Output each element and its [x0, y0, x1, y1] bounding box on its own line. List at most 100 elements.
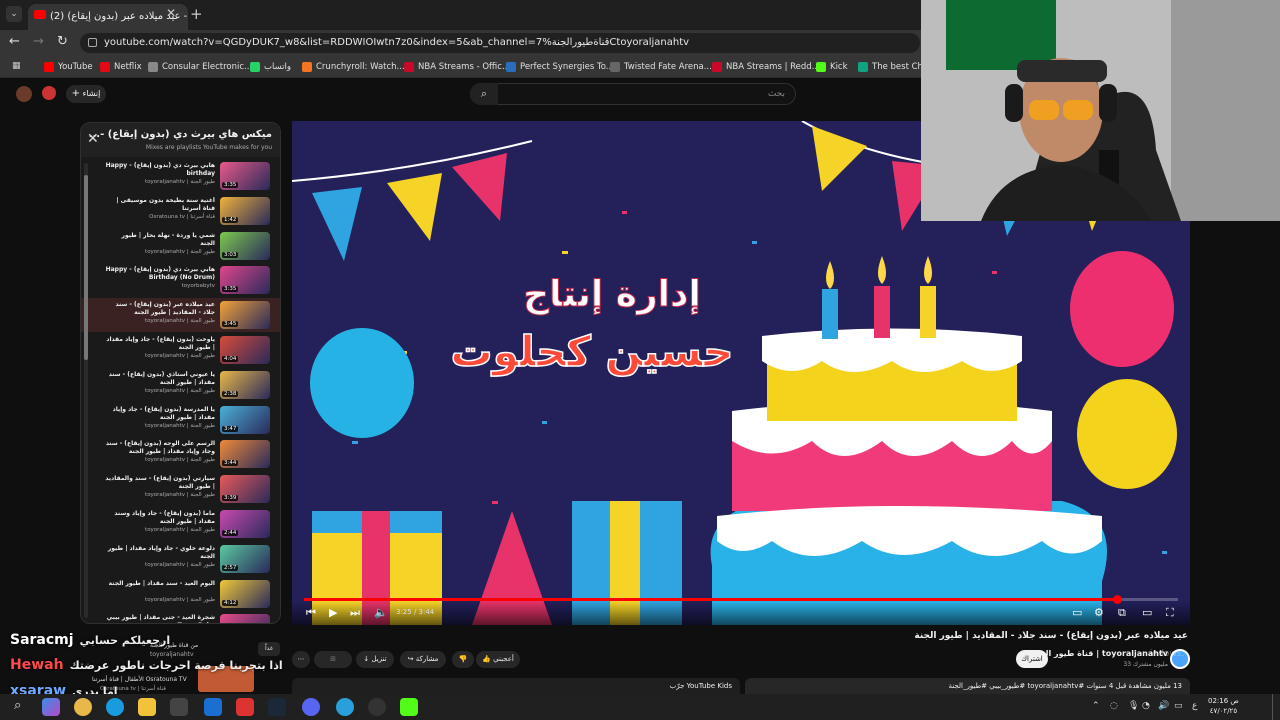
upnext-badge[interactable]: غداً: [258, 642, 280, 656]
close-icon[interactable]: ✕: [87, 131, 99, 147]
video-thumbnail[interactable]: 2:57: [220, 544, 270, 573]
like-button[interactable]: 👍 أعجبني: [476, 651, 520, 668]
video-thumbnail[interactable]: 3:03: [220, 231, 270, 260]
outlook-icon[interactable]: [204, 698, 222, 716]
show-desktop-button[interactable]: [1272, 694, 1278, 720]
avatar[interactable]: [16, 86, 32, 102]
play-icon[interactable]: ▶: [329, 606, 337, 619]
input-language[interactable]: ع: [1192, 701, 1197, 711]
playlist-item[interactable]: 2:44 ماما (بدون إيقاع) - جاد وإياد وسند م…: [81, 507, 280, 541]
description-box[interactable]: 13 مليون مشاهدة قبل 4 سنوات #toyoraljana…: [745, 678, 1190, 694]
playlist-item[interactable]: 4:12 اليوم العيد - سند مقداد | طيور الجنة…: [81, 577, 280, 611]
app-icon[interactable]: [236, 698, 254, 716]
more-options-icon[interactable]: ⋯: [292, 651, 310, 668]
share-button[interactable]: ↪ مشاركة: [400, 651, 446, 668]
search-icon[interactable]: ⌕: [14, 698, 32, 716]
playlist-item[interactable]: 3:44 الرسم على الوجه (بدون إيقاع) - سند و…: [81, 437, 280, 471]
playlist-item[interactable]: شجرة العيد - جنى مقداد | طيور بيبي Toyor…: [81, 611, 280, 623]
bookmark-item[interactable]: Twisted Fate Arena...: [610, 60, 712, 74]
video-thumbnail[interactable]: 3:44: [220, 440, 270, 469]
clock[interactable]: 02:16 ص ٤٧/٠٢/٢٥: [1208, 696, 1239, 716]
telegram-icon[interactable]: [336, 698, 354, 716]
mic-icon[interactable]: 🎙: [1128, 701, 1139, 711]
speaker-icon[interactable]: 🔊: [1158, 701, 1169, 711]
bookmark-item[interactable]: YouTube: [44, 60, 93, 74]
battery-icon[interactable]: ▭: [1174, 701, 1183, 711]
bookmark-item[interactable]: NBA Streams | Redd...: [712, 60, 820, 74]
video-thumbnail[interactable]: [220, 614, 270, 623]
playlist-item[interactable]: 3:47 يا المدرسة (بدون إيقاع) - جاد وإياد …: [81, 403, 280, 437]
bookmark-item[interactable]: Crunchyroll: Watch...: [302, 60, 405, 74]
subscribe-button[interactable]: اشتراك: [1016, 650, 1048, 668]
video-thumbnail[interactable]: 4:12: [220, 579, 270, 608]
video-thumbnail[interactable]: 1:42: [220, 196, 270, 225]
bookmark-item[interactable]: واتساب: [250, 60, 291, 74]
create-button[interactable]: + إنشاء: [66, 85, 106, 103]
playlist-panel: ميكس هاي بيرث دي (بدون إيقاع) -... Mixes…: [80, 122, 281, 624]
video-thumbnail[interactable]: 3:47: [220, 405, 270, 434]
playlist-item[interactable]: 1:42 أغنية سنة بطيخة بدون موسيقى | قناة أ…: [81, 194, 280, 228]
playlist-item[interactable]: 3:03 شمي يا وردة - نهلة بحار | طيور الجنة…: [81, 229, 280, 263]
reload-icon[interactable]: ↻: [57, 34, 68, 49]
volume-icon[interactable]: 🔈: [374, 606, 388, 619]
download-button[interactable]: ↓ تنزيل: [356, 651, 394, 668]
search-icon[interactable]: ⌕: [470, 83, 498, 105]
video-thumbnail[interactable]: 3:35: [220, 266, 270, 295]
search-input[interactable]: بحث: [470, 83, 796, 105]
dislike-icon[interactable]: 👎: [452, 651, 474, 668]
apps-grid-icon[interactable]: ▦: [12, 61, 21, 71]
next-icon[interactable]: ⏭: [350, 606, 360, 620]
notifications-icon[interactable]: [42, 86, 56, 100]
forward-arrow-icon[interactable]: →: [33, 34, 44, 49]
bookmark-item[interactable]: Consular Electronic...: [148, 60, 252, 74]
file-explorer-icon[interactable]: [138, 698, 156, 716]
new-tab-button[interactable]: +: [190, 5, 203, 23]
bookmark-item[interactable]: Netflix: [100, 60, 142, 74]
fullscreen-icon[interactable]: ⛶: [1166, 606, 1174, 620]
store-icon[interactable]: [170, 698, 188, 716]
edge-icon[interactable]: [106, 698, 124, 716]
windows-start-icon[interactable]: [42, 698, 60, 716]
chevron-up-icon[interactable]: ⌃: [1092, 701, 1100, 711]
discord-icon[interactable]: [302, 698, 320, 716]
chrome-icon[interactable]: [74, 698, 92, 716]
bookmark-item[interactable]: Kick: [816, 60, 848, 74]
bookmark-item[interactable]: Perfect Synergies To...: [506, 60, 614, 74]
tab-search-button[interactable]: ⌄: [6, 6, 22, 22]
settings-gear-icon[interactable]: ⚙: [1094, 606, 1104, 619]
address-bar[interactable]: youtube.com/watch?v=QGDyDUK7_w8&list=RDD…: [80, 33, 920, 53]
theater-mode-icon[interactable]: ▭: [1142, 606, 1152, 619]
close-icon[interactable]: ✕: [166, 6, 176, 20]
browser-tab[interactable]: (2) عيد ميلاده عبر (بدون إيقاع) - ...: [28, 4, 188, 30]
playlist-item[interactable]: 3:35 هابي بيرث دي (بدون إيقاع) - Happy bi…: [81, 159, 280, 193]
youtube-kids-banner[interactable]: جرّب YouTube Kids: [292, 678, 740, 694]
save-button[interactable]: ⊞: [314, 651, 352, 668]
kick-icon[interactable]: [400, 698, 418, 716]
subtitles-icon[interactable]: ▭: [1072, 606, 1082, 619]
bookmark-item[interactable]: NBA Streams - Offic...: [404, 60, 510, 74]
previous-icon[interactable]: ⏮: [306, 606, 316, 620]
playlist-item[interactable]: 4:04 ياوخت (بدون إيقاع) - جاد وإياد مقداد…: [81, 333, 280, 367]
scrollbar-thumb[interactable]: [84, 175, 88, 360]
subscriber-count: 33 مليون مشترك: [1123, 661, 1168, 668]
back-arrow-icon[interactable]: ←: [9, 34, 20, 49]
video-thumbnail[interactable]: 2:44: [220, 510, 270, 538]
site-info-icon[interactable]: [88, 38, 97, 47]
network-icon[interactable]: ◌: [1110, 701, 1118, 711]
playlist-item[interactable]: 3:39 سيارتي (بدون إيقاع) - سند والمقاديد …: [81, 472, 280, 506]
video-thumbnail[interactable]: 2:38: [220, 370, 270, 399]
miniplayer-icon[interactable]: ⧉: [1118, 606, 1126, 620]
video-thumbnail[interactable]: 3:39: [220, 475, 270, 504]
wifi-icon[interactable]: ◔: [1142, 701, 1150, 711]
video-thumbnail[interactable]: 4:04: [220, 336, 270, 364]
video-thumbnail[interactable]: 3:45: [220, 301, 270, 330]
progress-knob[interactable]: [1112, 595, 1122, 604]
playlist-item[interactable]: 3:45 عيد ميلاده عبر (بدون إيقاع) - سند جل…: [81, 298, 280, 333]
video-thumbnail[interactable]: 3:35: [220, 162, 270, 190]
playlist-item[interactable]: 2:57 دلوعة خلوي - جاد وإياد مقداد | طيور …: [81, 542, 280, 576]
steam-icon[interactable]: [268, 698, 286, 716]
playlist-item[interactable]: 3:35 هابي بيرث دي (بدون إيقاع) - Happy Bi…: [81, 263, 280, 297]
4k-downloader-icon[interactable]: [368, 698, 386, 716]
channel-name[interactable]: toyoraljanahtv | قناة طيور الجنة: [1032, 649, 1168, 658]
playlist-item[interactable]: 2:38 يا عيوني أستاذي (بدون إيقاع) - سند م…: [81, 368, 280, 402]
